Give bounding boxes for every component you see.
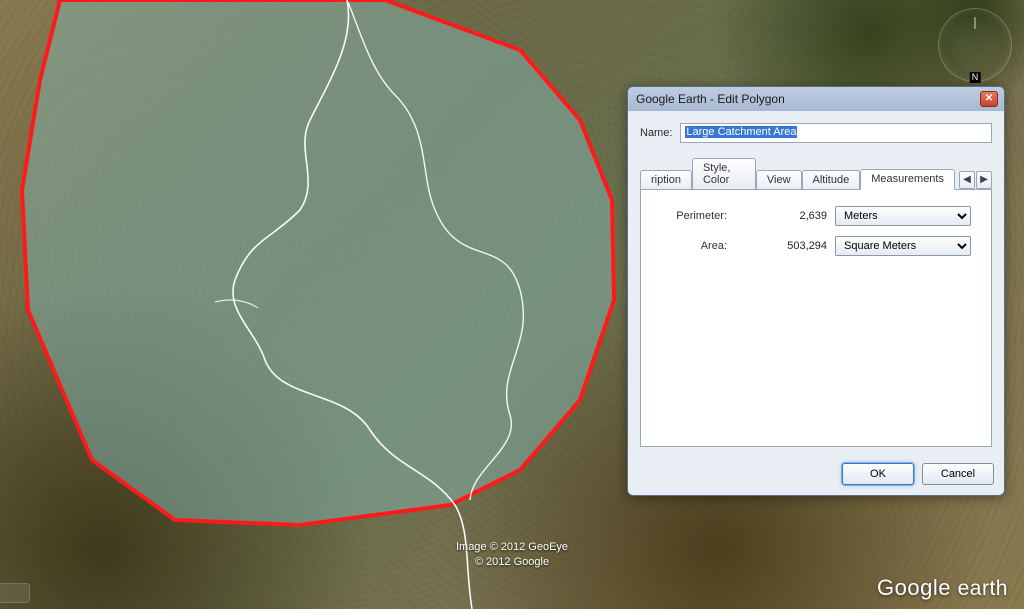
tab-view[interactable]: View [756, 170, 802, 190]
tab-strip: ription Style, Color View Altitude Measu… [640, 157, 992, 189]
perimeter-value: 2,639 [733, 210, 835, 222]
name-input[interactable]: Large Catchment Area [680, 123, 992, 143]
tabs-container: ription Style, Color View Altitude Measu… [640, 157, 992, 447]
imagery-attribution: Image © 2012 GeoEye © 2012 Google [456, 540, 568, 569]
area-value: 503,294 [733, 240, 835, 252]
attribution-line-2: © 2012 Google [456, 555, 568, 569]
bottom-left-control[interactable] [0, 583, 30, 603]
close-icon: ✕ [985, 94, 993, 104]
dialog-button-row: OK Cancel [628, 455, 1004, 495]
perimeter-row: Perimeter: 2,639 Meters [655, 206, 977, 226]
name-input-value: Large Catchment Area [685, 126, 797, 138]
tab-description[interactable]: ription [640, 170, 692, 190]
chevron-right-icon: ▶ [980, 175, 988, 185]
dialog-body: Name: Large Catchment Area ription Style… [628, 111, 1004, 455]
dialog-titlebar[interactable]: Google Earth - Edit Polygon ✕ [628, 87, 1004, 111]
name-row: Name: Large Catchment Area [640, 123, 992, 143]
watermark-brand: Google [877, 575, 951, 600]
perimeter-unit-select[interactable]: Meters [835, 206, 971, 226]
tab-altitude[interactable]: Altitude [802, 170, 861, 190]
cancel-button[interactable]: Cancel [922, 463, 994, 485]
map-viewport[interactable]: N Image © 2012 GeoEye © 2012 Google Goog… [0, 0, 1024, 609]
tab-scroll-prev[interactable]: ◀ [959, 171, 975, 189]
attribution-line-1: Image © 2012 GeoEye [456, 540, 568, 554]
compass-north-label: N [970, 72, 981, 83]
area-unit-select[interactable]: Square Meters [835, 236, 971, 256]
tab-scroll-nav: ◀ ▶ [959, 171, 992, 189]
perimeter-label: Perimeter: [655, 210, 733, 222]
watermark-product-text: earth [958, 577, 1008, 600]
google-earth-watermark: Google earth [877, 577, 1008, 599]
edit-polygon-dialog: Google Earth - Edit Polygon ✕ Name: Larg… [627, 86, 1005, 496]
tab-style-color[interactable]: Style, Color [692, 158, 756, 190]
area-label: Area: [655, 240, 733, 252]
tab-measurements[interactable]: Measurements [860, 169, 955, 190]
dialog-title: Google Earth - Edit Polygon [636, 92, 785, 106]
close-button[interactable]: ✕ [980, 91, 998, 107]
ok-button[interactable]: OK [842, 463, 914, 485]
compass-widget[interactable]: N [938, 8, 1012, 82]
chevron-left-icon: ◀ [963, 175, 971, 185]
name-label: Name: [640, 127, 672, 139]
tab-scroll-next[interactable]: ▶ [976, 171, 992, 189]
tab-panel-measurements: Perimeter: 2,639 Meters Area: 503,294 Sq… [640, 189, 992, 447]
area-row: Area: 503,294 Square Meters [655, 236, 977, 256]
